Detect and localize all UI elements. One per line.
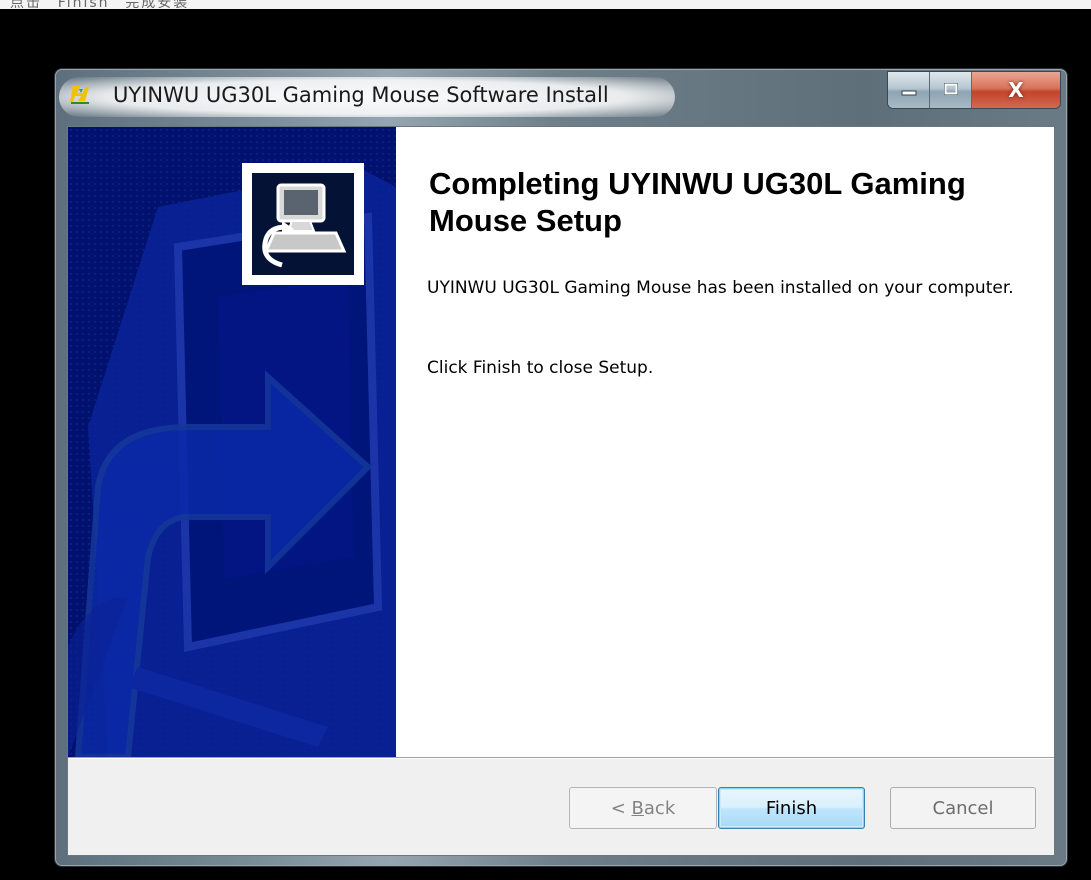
finish-instruction: Click Finish to close Setup. bbox=[427, 358, 654, 378]
partial-caption-strip: 点击 “Finish” 完成安装 bbox=[0, 0, 1091, 9]
wizard-client-area: Completing UYINWU UG30L Gaming Mouse Set… bbox=[67, 126, 1055, 856]
minimize-button[interactable] bbox=[888, 72, 930, 108]
cancel-button[interactable]: Cancel bbox=[890, 787, 1036, 829]
close-button[interactable]: X bbox=[972, 72, 1060, 108]
maximize-icon bbox=[943, 81, 959, 100]
installer-window: UYINWU UG30L Gaming Mouse Software Insta… bbox=[54, 68, 1068, 867]
window-title: UYINWU UG30L Gaming Mouse Software Insta… bbox=[113, 83, 609, 107]
page-title: Completing UYINWU UG30L Gaming Mouse Set… bbox=[429, 166, 966, 238]
minimize-icon bbox=[900, 81, 918, 100]
close-icon: X bbox=[1008, 78, 1024, 102]
partial-caption-text: 点击 “Finish” 完成安装 bbox=[10, 0, 190, 8]
computer-install-icon bbox=[242, 163, 364, 285]
back-button[interactable]: < Back bbox=[569, 787, 717, 829]
uyinwu-logo-icon bbox=[69, 83, 91, 105]
maximize-button[interactable] bbox=[930, 72, 972, 108]
title-bar[interactable]: UYINWU UG30L Gaming Mouse Software Insta… bbox=[55, 69, 1067, 125]
wizard-sidebar-banner bbox=[68, 127, 396, 757]
wizard-footer: < Back Finish Cancel bbox=[68, 759, 1054, 855]
wizard-content: Completing UYINWU UG30L Gaming Mouse Set… bbox=[396, 127, 1054, 757]
finish-button[interactable]: Finish bbox=[718, 787, 865, 829]
caption-buttons: X bbox=[887, 71, 1061, 109]
install-complete-message: UYINWU UG30L Gaming Mouse has been insta… bbox=[427, 278, 1014, 298]
